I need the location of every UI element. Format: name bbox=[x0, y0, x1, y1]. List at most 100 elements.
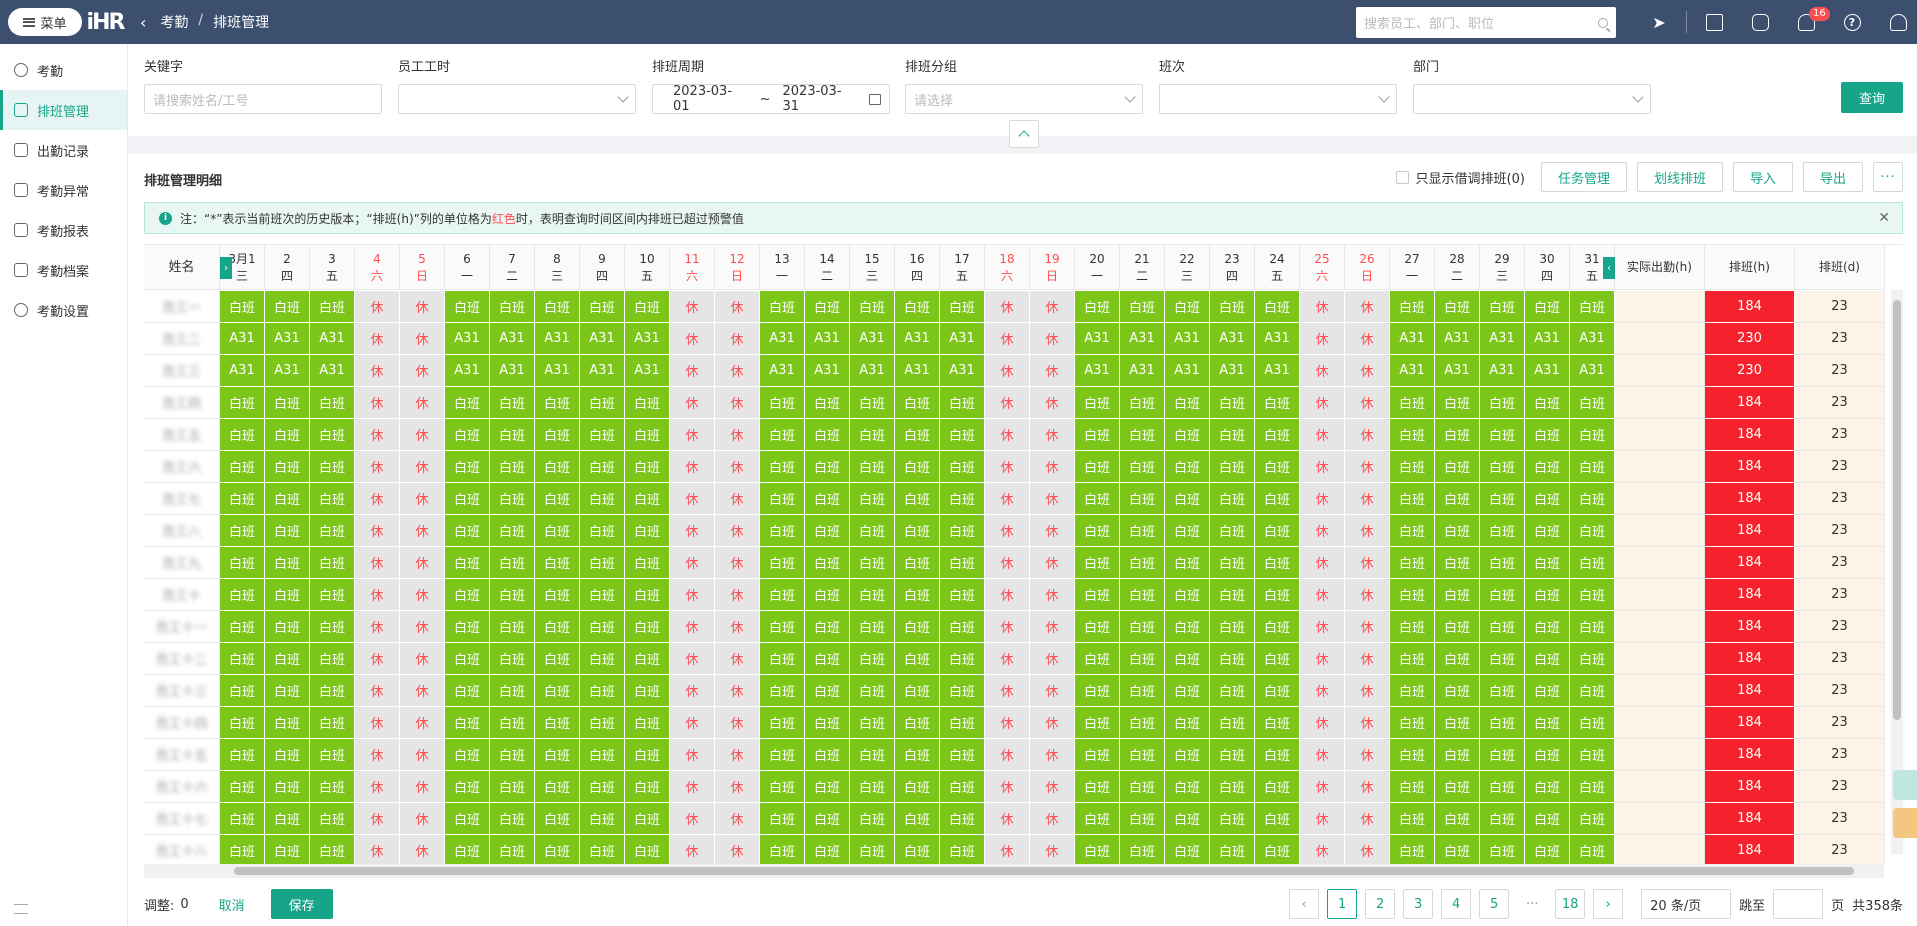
rest-shift-cell[interactable]: 休 bbox=[715, 579, 760, 611]
employee-name-cell[interactable]: 员工八 bbox=[144, 515, 220, 547]
rest-shift-cell[interactable]: 休 bbox=[1345, 579, 1390, 611]
work-shift-cell[interactable]: 白班 bbox=[895, 419, 940, 451]
work-shift-cell[interactable]: 白班 bbox=[535, 291, 580, 323]
work-shift-cell[interactable]: A31 bbox=[850, 323, 895, 355]
work-shift-cell[interactable]: 白班 bbox=[1120, 643, 1165, 675]
horizontal-scrollbar[interactable] bbox=[144, 864, 1884, 878]
rest-shift-cell[interactable]: 休 bbox=[1030, 643, 1075, 675]
rest-shift-cell[interactable]: 休 bbox=[355, 387, 400, 419]
page-ellipsis[interactable]: ··· bbox=[1517, 889, 1548, 919]
work-shift-cell[interactable]: 白班 bbox=[850, 771, 895, 803]
page-button[interactable]: 3 bbox=[1403, 889, 1434, 919]
scroll-thumb[interactable] bbox=[234, 867, 1854, 875]
work-shift-cell[interactable]: 白班 bbox=[1210, 643, 1255, 675]
work-shift-cell[interactable]: A31 bbox=[1390, 355, 1435, 387]
work-shift-cell[interactable]: 白班 bbox=[1165, 835, 1210, 864]
work-shift-cell[interactable]: 白班 bbox=[1210, 771, 1255, 803]
rest-shift-cell[interactable]: 休 bbox=[670, 579, 715, 611]
work-shift-cell[interactable]: 白班 bbox=[1255, 483, 1300, 515]
rest-shift-cell[interactable]: 休 bbox=[1030, 611, 1075, 643]
work-shift-cell[interactable]: 白班 bbox=[1210, 675, 1255, 707]
sidebar-item-reports[interactable]: 考勤报表 bbox=[0, 210, 127, 250]
work-shift-cell[interactable]: 白班 bbox=[1390, 739, 1435, 771]
work-shift-cell[interactable]: 白班 bbox=[895, 387, 940, 419]
rest-shift-cell[interactable]: 休 bbox=[355, 419, 400, 451]
work-shift-cell[interactable]: 白班 bbox=[850, 707, 895, 739]
work-shift-cell[interactable]: 白班 bbox=[1255, 579, 1300, 611]
work-shift-cell[interactable]: 白班 bbox=[580, 579, 625, 611]
work-shift-cell[interactable]: 白班 bbox=[1210, 387, 1255, 419]
work-shift-cell[interactable]: 白班 bbox=[760, 483, 805, 515]
work-shift-cell[interactable]: 白班 bbox=[1480, 451, 1525, 483]
work-shift-cell[interactable]: 白班 bbox=[265, 387, 310, 419]
work-shift-cell[interactable]: 白班 bbox=[310, 707, 355, 739]
work-shift-cell[interactable]: 白班 bbox=[1075, 419, 1120, 451]
work-shift-cell[interactable]: 白班 bbox=[1435, 579, 1480, 611]
work-shift-cell[interactable]: 白班 bbox=[1435, 515, 1480, 547]
work-shift-cell[interactable]: 白班 bbox=[625, 611, 670, 643]
work-shift-cell[interactable]: 白班 bbox=[1390, 419, 1435, 451]
work-shift-cell[interactable]: A31 bbox=[535, 323, 580, 355]
work-shift-cell[interactable]: 白班 bbox=[1165, 483, 1210, 515]
work-shift-cell[interactable]: A31 bbox=[940, 323, 985, 355]
work-shift-cell[interactable]: A31 bbox=[1165, 355, 1210, 387]
work-shift-cell[interactable]: A31 bbox=[310, 323, 355, 355]
work-shift-cell[interactable]: 白班 bbox=[220, 515, 265, 547]
rest-shift-cell[interactable]: 休 bbox=[355, 451, 400, 483]
dept-select[interactable] bbox=[1413, 84, 1651, 114]
work-shift-cell[interactable]: 白班 bbox=[490, 771, 535, 803]
work-shift-cell[interactable]: 白班 bbox=[490, 643, 535, 675]
work-shift-cell[interactable]: 白班 bbox=[310, 547, 355, 579]
page-button[interactable]: 2 bbox=[1365, 889, 1396, 919]
work-shift-cell[interactable]: 白班 bbox=[1075, 803, 1120, 835]
work-shift-cell[interactable]: 白班 bbox=[1525, 419, 1570, 451]
rest-shift-cell[interactable]: 休 bbox=[355, 515, 400, 547]
page-button[interactable]: 4 bbox=[1441, 889, 1472, 919]
work-shift-cell[interactable]: 白班 bbox=[265, 291, 310, 323]
work-shift-cell[interactable]: 白班 bbox=[490, 579, 535, 611]
work-shift-cell[interactable]: 白班 bbox=[220, 611, 265, 643]
employee-name-cell[interactable]: 员工十五 bbox=[144, 739, 220, 771]
rest-shift-cell[interactable]: 休 bbox=[355, 707, 400, 739]
work-shift-cell[interactable]: 白班 bbox=[1480, 835, 1525, 864]
work-shift-cell[interactable]: A31 bbox=[1210, 323, 1255, 355]
rest-shift-cell[interactable]: 休 bbox=[1345, 483, 1390, 515]
work-shift-cell[interactable]: 白班 bbox=[760, 707, 805, 739]
work-shift-cell[interactable]: 白班 bbox=[535, 419, 580, 451]
rest-shift-cell[interactable]: 休 bbox=[985, 579, 1030, 611]
rest-shift-cell[interactable]: 休 bbox=[985, 675, 1030, 707]
work-shift-cell[interactable]: 白班 bbox=[1120, 387, 1165, 419]
rest-shift-cell[interactable]: 休 bbox=[400, 803, 445, 835]
employee-name-cell[interactable]: 员工十三 bbox=[144, 675, 220, 707]
save-button[interactable]: 保存 bbox=[270, 889, 333, 919]
work-shift-cell[interactable]: 白班 bbox=[1480, 803, 1525, 835]
work-shift-cell[interactable]: 白班 bbox=[1075, 515, 1120, 547]
rest-shift-cell[interactable]: 休 bbox=[1345, 451, 1390, 483]
work-shift-cell[interactable]: 白班 bbox=[580, 675, 625, 707]
bell-icon[interactable]: 16 bbox=[1783, 0, 1830, 44]
rest-shift-cell[interactable]: 休 bbox=[355, 611, 400, 643]
work-shift-cell[interactable]: 白班 bbox=[850, 515, 895, 547]
work-shift-cell[interactable]: 白班 bbox=[805, 547, 850, 579]
work-shift-cell[interactable]: 白班 bbox=[1165, 579, 1210, 611]
work-shift-cell[interactable]: 白班 bbox=[1120, 675, 1165, 707]
work-shift-cell[interactable]: 白班 bbox=[1165, 771, 1210, 803]
line-schedule-button[interactable]: 划线排班 bbox=[1636, 162, 1723, 192]
rest-shift-cell[interactable]: 休 bbox=[1030, 579, 1075, 611]
work-shift-cell[interactable]: 白班 bbox=[220, 419, 265, 451]
work-shift-cell[interactable]: 白班 bbox=[490, 739, 535, 771]
work-shift-cell[interactable]: 白班 bbox=[1390, 579, 1435, 611]
work-shift-cell[interactable]: 白班 bbox=[1570, 803, 1615, 835]
rest-shift-cell[interactable]: 休 bbox=[670, 291, 715, 323]
rest-shift-cell[interactable]: 休 bbox=[985, 611, 1030, 643]
work-shift-cell[interactable]: 白班 bbox=[940, 643, 985, 675]
rest-shift-cell[interactable]: 休 bbox=[1345, 739, 1390, 771]
work-shift-cell[interactable]: 白班 bbox=[220, 707, 265, 739]
work-shift-cell[interactable]: 白班 bbox=[1120, 419, 1165, 451]
work-shift-cell[interactable]: 白班 bbox=[220, 483, 265, 515]
work-shift-cell[interactable]: 白班 bbox=[625, 291, 670, 323]
work-shift-cell[interactable]: 白班 bbox=[265, 515, 310, 547]
employee-name-cell[interactable]: 员工六 bbox=[144, 451, 220, 483]
rest-shift-cell[interactable]: 休 bbox=[985, 835, 1030, 864]
work-shift-cell[interactable]: 白班 bbox=[1255, 547, 1300, 579]
